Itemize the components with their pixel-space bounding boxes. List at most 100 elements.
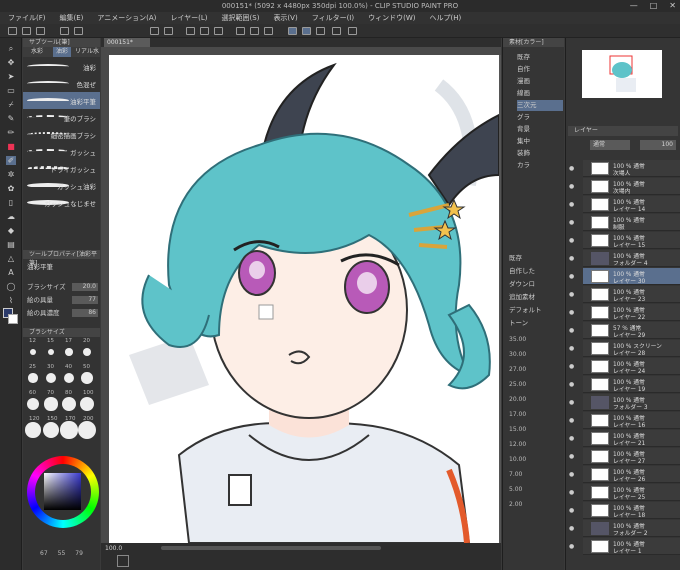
layer-row[interactable]: ● 100 % 通常 レイヤー 30 (569, 268, 680, 285)
visibility-eye-icon[interactable]: ● (569, 201, 574, 208)
text-tool-icon[interactable]: A (6, 268, 16, 277)
visibility-eye-icon[interactable]: ● (569, 507, 574, 514)
prop-paint-density[interactable]: 絵の具濃度 86 (27, 308, 98, 318)
window-controls[interactable]: — □ ✕ (630, 0, 676, 12)
clear-icon[interactable] (200, 27, 209, 35)
oil-brush-tool-icon[interactable]: ✐ (6, 156, 16, 165)
pencil-tool-icon[interactable]: ✏ (6, 128, 16, 137)
visibility-eye-icon[interactable]: ● (569, 381, 574, 388)
percent-row[interactable]: 30.00 (509, 351, 526, 358)
visibility-eye-icon[interactable]: ● (569, 291, 574, 298)
percent-row[interactable]: 10.00 (509, 456, 526, 463)
visibility-eye-icon[interactable]: ● (569, 417, 574, 424)
subtool-tab-real-watercolor[interactable]: リアル水 (75, 47, 99, 57)
blend-mode-select[interactable]: 通常 (590, 140, 630, 150)
brush-size-preset[interactable] (26, 397, 40, 411)
visibility-eye-icon[interactable]: ● (569, 165, 574, 172)
material-item[interactable]: グラ (517, 112, 563, 123)
layer-row[interactable]: ● 100 % 通常 レイヤー 19 (569, 376, 680, 393)
zoom-value[interactable]: 100.0 (105, 545, 122, 552)
snap-grid-icon[interactable] (316, 27, 325, 35)
brush-size-preset[interactable] (78, 421, 96, 439)
layer-row[interactable]: ● 100 % 通常 レイヤー 23 (569, 286, 680, 303)
visibility-eye-icon[interactable]: ● (569, 543, 574, 550)
layer-row[interactable]: ● 100 % 通常 レイヤー 15 (569, 232, 680, 249)
move-tool-icon[interactable]: ✥ (6, 58, 16, 67)
select-all-icon[interactable] (236, 27, 245, 35)
brush-size-preset[interactable] (42, 421, 60, 439)
visibility-eye-icon[interactable]: ● (569, 399, 574, 406)
layer-row[interactable]: ● 100 % 通常 制服 (569, 214, 680, 231)
visibility-eye-icon[interactable]: ● (569, 273, 574, 280)
menu-help[interactable]: ヘルプ(H) (429, 12, 461, 24)
selection-tool-icon[interactable]: ▭ (6, 86, 16, 95)
visibility-eye-icon[interactable]: ● (569, 525, 574, 532)
open-icon[interactable] (22, 27, 31, 35)
layer-folder-row[interactable]: ● 100 % 通常 フォルダー 4 (569, 250, 680, 267)
brush-item-selected[interactable]: 油彩平筆 (23, 92, 100, 109)
menu-selection[interactable]: 選択範囲(S) (222, 12, 260, 24)
percent-row[interactable]: 2.00 (509, 501, 522, 508)
brush-item[interactable]: ドライガッシュ (23, 160, 100, 177)
brush-item[interactable]: 細密描画ブラシ (23, 126, 100, 143)
visibility-eye-icon[interactable]: ● (569, 237, 574, 244)
brush-item[interactable] (23, 211, 100, 221)
invert-selection-icon[interactable] (264, 27, 273, 35)
visibility-eye-icon[interactable]: ● (569, 255, 574, 262)
brush-size-preset[interactable] (82, 347, 92, 357)
percent-row[interactable]: 7.00 (509, 471, 522, 478)
brush-size-preset[interactable] (63, 372, 75, 384)
brush-item[interactable]: ガッシュなじませ (23, 194, 100, 211)
settings-icon[interactable] (332, 27, 341, 35)
material-list-item[interactable]: 追加素材 (509, 292, 555, 303)
subtool-tab-watercolor[interactable]: 水彩 (31, 47, 43, 57)
brush-size-preset[interactable] (47, 348, 55, 356)
close-icon[interactable]: ✕ (669, 0, 676, 12)
material-list-item[interactable]: デフォルト (509, 305, 555, 316)
menu-edit[interactable]: 編集(E) (60, 12, 84, 24)
material-item[interactable]: カラ (517, 160, 563, 171)
layer-row[interactable]: ● 100 % 通常 レイヤー 24 (569, 358, 680, 375)
material-item[interactable]: 背景 (517, 124, 563, 135)
decoration-tool-icon[interactable]: ✿ (6, 184, 16, 193)
transform-icon[interactable] (186, 27, 195, 35)
brush-size-preset[interactable] (44, 397, 58, 411)
brush-size-preset[interactable] (28, 373, 38, 383)
layer-row[interactable]: ● 100 % 通常 レイヤー 27 (569, 448, 680, 465)
visibility-eye-icon[interactable]: ● (569, 435, 574, 442)
material-list-item[interactable]: トーン (509, 318, 555, 329)
menu-view[interactable]: 表示(V) (273, 12, 297, 24)
layer-row[interactable]: ● 100 % 通常 次場内 (569, 178, 680, 195)
percent-row[interactable]: 12.00 (509, 441, 526, 448)
visibility-eye-icon[interactable]: ● (569, 471, 574, 478)
material-item[interactable]: 装飾 (517, 148, 563, 159)
brush-item[interactable]: 油彩 (23, 58, 100, 75)
brush-size-preset[interactable] (25, 422, 41, 438)
layer-row[interactable]: ● 100 % 通常 レイヤー 1 (569, 538, 680, 555)
layer-row[interactable]: ● 100 % 通常 レイヤー 25 (569, 484, 680, 501)
brush-item[interactable]: ガッシュ油彩 (23, 177, 100, 194)
menu-file[interactable]: ファイル(F) (8, 12, 46, 24)
layer-row[interactable]: ● 100 % 通常 レイヤー 18 (569, 502, 680, 519)
redo-icon[interactable] (74, 27, 83, 35)
sub-color-swatch[interactable] (8, 314, 18, 324)
visibility-eye-icon[interactable]: ● (569, 453, 574, 460)
fill-tool-icon[interactable]: ◆ (6, 226, 16, 235)
visibility-eye-icon[interactable]: ● (569, 345, 574, 352)
undo-history-icon[interactable] (150, 27, 159, 35)
percent-row[interactable]: 27.00 (509, 366, 526, 373)
layer-row[interactable]: ● 100 % 通常 次場人 (569, 160, 680, 177)
minimize-icon[interactable]: — (630, 0, 638, 12)
visibility-eye-icon[interactable]: ● (569, 327, 574, 334)
eraser-tool-icon[interactable]: ▯ (6, 198, 16, 207)
layer-folder-row[interactable]: ● 100 % 通常 フォルダー 3 (569, 394, 680, 411)
deselect-icon[interactable] (250, 27, 259, 35)
navigator-preview[interactable] (582, 50, 662, 98)
brush-size-preset[interactable] (30, 349, 36, 355)
opacity-field[interactable]: 100 (640, 140, 676, 150)
balloon-tool-icon[interactable]: ◯ (6, 282, 16, 291)
gradient-tool-icon[interactable]: ▤ (6, 240, 16, 249)
layer-row[interactable]: ● 100 % 通常 レイヤー 26 (569, 466, 680, 483)
percent-row[interactable]: 15.00 (509, 426, 526, 433)
visibility-eye-icon[interactable]: ● (569, 489, 574, 496)
